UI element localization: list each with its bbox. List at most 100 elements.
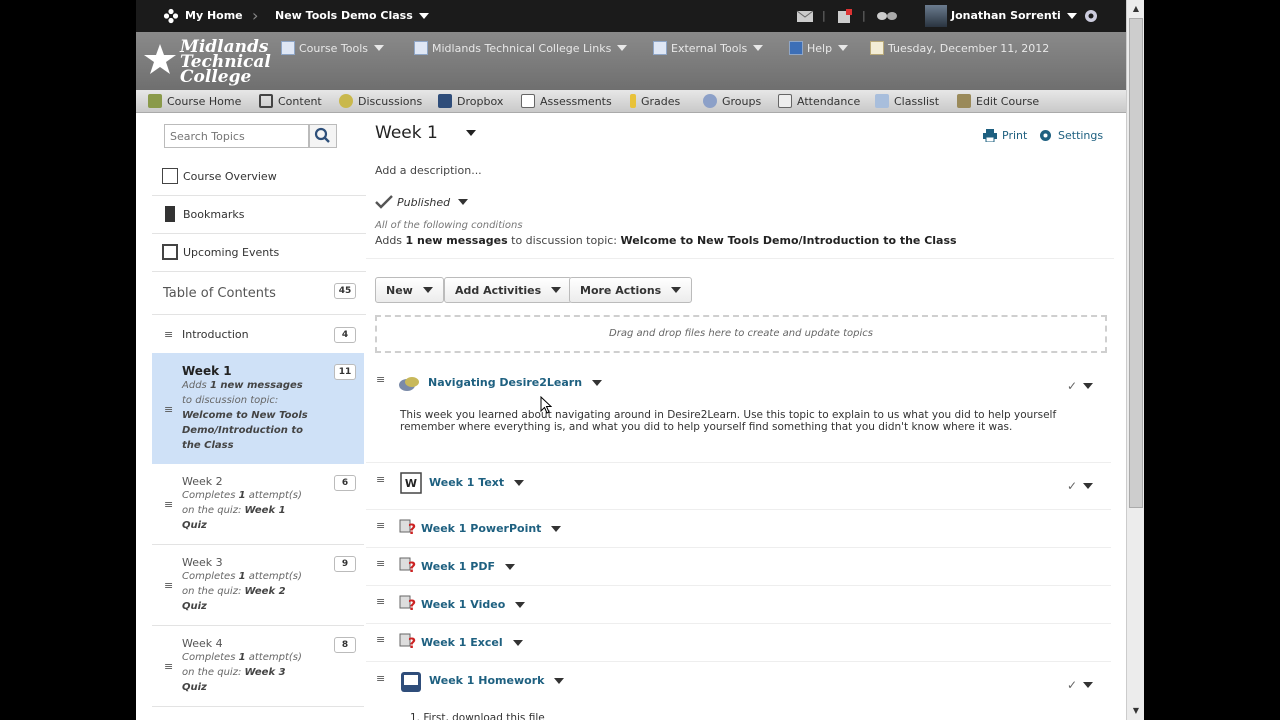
published-status[interactable]: Published	[375, 195, 469, 209]
help-menu[interactable]: Help	[789, 40, 849, 56]
bookmarks-link[interactable]: Bookmarks	[162, 204, 244, 224]
completion-status[interactable]: ✓	[1067, 678, 1093, 692]
topic-title[interactable]: Navigating Desire2Learn	[428, 376, 603, 389]
toc-item-week-1[interactable]: Week 1 11 ≡ Adds 1 new messages to discu…	[152, 353, 364, 464]
drag-handle-icon[interactable]: ≡	[376, 672, 385, 685]
toc-item-condition: Completes 1 attempt(s) on the quiz: Week…	[182, 490, 302, 531]
topic-week-1-excel[interactable]: ≡ ? Week 1 Excel	[366, 624, 1111, 662]
topic-week-1-homework[interactable]: ≡ Week 1 Homework ✓ 1. First, download t…	[366, 662, 1111, 720]
chevron-down-icon[interactable]	[592, 379, 603, 386]
topic-title[interactable]: Week 1 Text	[429, 476, 525, 489]
add-description-link[interactable]: Add a description...	[375, 164, 482, 177]
topic-title[interactable]: Week 1 PDF	[421, 560, 515, 573]
course-overview-link[interactable]: Course Overview	[162, 166, 277, 186]
browser-page: My Home › New Tools Demo Class | | Jonat…	[136, 0, 1144, 720]
table-of-contents-heading[interactable]: Table of Contents	[163, 286, 276, 301]
topic-week-1-text[interactable]: ≡ W Week 1 Text ✓	[366, 463, 1111, 510]
topic-navigating-desire2learn[interactable]: ≡ Navigating Desire2Learn ✓ This week yo…	[366, 363, 1111, 463]
nav-dropbox[interactable]: Dropbox	[438, 94, 503, 108]
topic-title[interactable]: Week 1 PowerPoint	[421, 522, 562, 535]
star-logo-icon	[144, 44, 176, 74]
nav-edit-course[interactable]: Edit Course	[957, 94, 1039, 108]
chevron-down-icon[interactable]	[554, 677, 565, 684]
toc-item-count: 8	[334, 637, 356, 653]
scrollbar-thumb[interactable]	[1129, 18, 1143, 508]
nav-classlist[interactable]: Classlist	[875, 94, 939, 108]
chevron-down-icon[interactable]	[465, 130, 476, 136]
chevron-down-icon[interactable]	[505, 563, 515, 570]
topic-title[interactable]: Week 1 Homework	[429, 674, 565, 687]
topic-week-1-video[interactable]: ≡ ? Week 1 Video	[366, 586, 1111, 624]
drag-handle-icon[interactable]: ≡	[164, 403, 173, 416]
toc-item-week-2[interactable]: Week 2 6 ≡ Completes 1 attempt(s) on the…	[152, 464, 364, 545]
chevron-down-icon[interactable]	[514, 479, 525, 486]
drag-handle-icon[interactable]: ≡	[376, 633, 385, 646]
completion-status[interactable]: ✓	[1067, 379, 1093, 393]
settings-link[interactable]: Settings	[1039, 129, 1103, 142]
course-selector[interactable]: New Tools Demo Class	[275, 0, 429, 32]
college-logo[interactable]: Midlands Technical College	[142, 36, 282, 86]
drag-handle-icon[interactable]: ≡	[164, 660, 173, 673]
user-menu[interactable]: Jonathan Sorrenti	[925, 0, 1077, 32]
search-topics-input[interactable]	[164, 124, 309, 148]
nav-content[interactable]: Content	[259, 94, 322, 108]
my-home-link[interactable]: My Home	[163, 0, 243, 32]
topic-title[interactable]: Week 1 Video	[421, 598, 526, 611]
external-tools-label: External Tools	[671, 41, 748, 55]
nav-course-home[interactable]: Course Home	[148, 94, 241, 108]
scroll-up-arrow-icon[interactable]: ▲	[1129, 2, 1143, 16]
add-activities-button[interactable]: Add Activities	[444, 277, 573, 303]
file-unknown-icon: ?	[399, 519, 416, 536]
topic-title[interactable]: Week 1 Excel	[421, 636, 523, 649]
divider	[152, 233, 366, 234]
toc-item-title: Introduction	[182, 328, 249, 341]
divider	[152, 271, 366, 272]
drag-handle-icon[interactable]: ≡	[376, 595, 385, 608]
course-tools-label: Course Tools	[299, 41, 368, 55]
vertical-scrollbar[interactable]: ▲ ▼	[1126, 0, 1144, 720]
page-title[interactable]: Week 1	[375, 123, 476, 143]
external-tools-menu[interactable]: External Tools	[653, 40, 764, 56]
toc-item-title: Week 3	[182, 556, 223, 569]
chevron-down-icon[interactable]	[512, 639, 523, 646]
checkmark-icon: ✓	[1066, 379, 1077, 393]
nav-grades[interactable]: Grades	[630, 94, 680, 108]
print-link[interactable]: Print	[983, 129, 1027, 142]
notifications-icon[interactable]	[836, 0, 854, 32]
drag-handle-icon[interactable]: ≡	[376, 557, 385, 570]
mail-icon[interactable]	[796, 0, 814, 32]
topic-description: This week you learned about navigating a…	[400, 409, 1057, 433]
upcoming-events-link[interactable]: Upcoming Events	[162, 242, 279, 262]
file-drop-zone[interactable]: Drag and drop files here to create and u…	[375, 315, 1107, 353]
subscriptions-icon[interactable]	[876, 0, 898, 32]
scroll-down-arrow-icon[interactable]: ▼	[1129, 704, 1143, 718]
drag-handle-icon[interactable]: ≡	[164, 579, 173, 592]
nav-discussions[interactable]: Discussions	[339, 94, 422, 108]
college-links-menu[interactable]: Midlands Technical College Links	[414, 40, 628, 56]
nav-attendance[interactable]: Attendance	[778, 94, 860, 108]
course-tools-menu[interactable]: Course Tools	[281, 40, 384, 56]
search-button[interactable]	[309, 124, 337, 148]
toc-item-week-4[interactable]: Week 4 8 ≡ Completes 1 attempt(s) on the…	[152, 626, 364, 707]
drag-handle-icon[interactable]: ≡	[164, 498, 173, 511]
topic-week-1-powerpoint[interactable]: ≡ ? Week 1 PowerPoint	[366, 510, 1111, 548]
topic-week-1-pdf[interactable]: ≡ ? Week 1 PDF	[366, 548, 1111, 586]
more-actions-button[interactable]: More Actions	[569, 277, 693, 303]
drag-handle-icon[interactable]: ≡	[164, 328, 173, 341]
toc-item-title: Week 1	[182, 364, 232, 378]
drag-handle-icon[interactable]: ≡	[376, 473, 385, 486]
new-button[interactable]: New	[375, 277, 444, 303]
drag-handle-icon[interactable]: ≡	[376, 373, 385, 386]
help-icon	[789, 41, 803, 55]
nav-assessments[interactable]: Assessments	[521, 94, 612, 108]
gear-icon[interactable]	[1083, 0, 1099, 32]
chevron-down-icon[interactable]	[458, 199, 469, 205]
drag-handle-icon[interactable]: ≡	[376, 519, 385, 532]
completion-status[interactable]: ✓	[1067, 479, 1093, 493]
chevron-down-icon[interactable]	[515, 601, 526, 608]
toc-item-introduction[interactable]: ≡ Introduction 4	[152, 315, 364, 353]
file-unknown-icon: ?	[399, 595, 416, 612]
toc-item-week-3[interactable]: Week 3 9 ≡ Completes 1 attempt(s) on the…	[152, 545, 364, 626]
chevron-down-icon[interactable]	[551, 525, 562, 532]
nav-groups[interactable]: Groups	[703, 94, 761, 108]
